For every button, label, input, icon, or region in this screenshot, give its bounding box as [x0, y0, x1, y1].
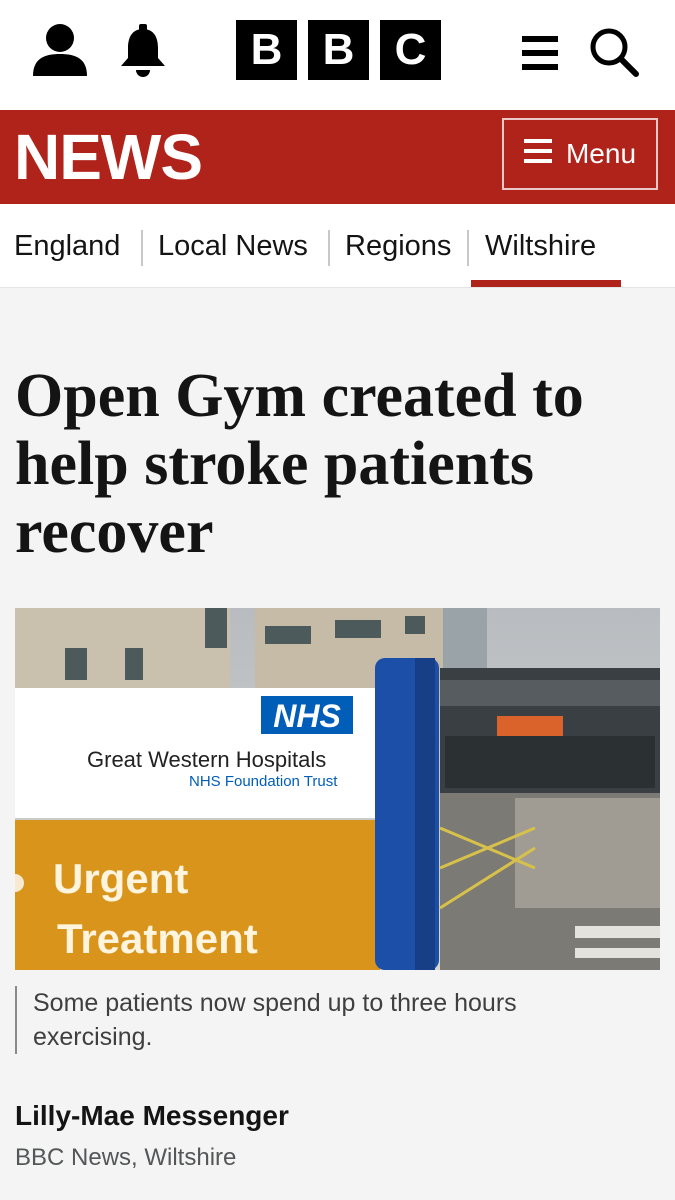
bbc-logo-letter: B — [236, 20, 297, 80]
menu-icon — [523, 138, 552, 171]
article-headline: Open Gym created to help stroke patients… — [15, 362, 584, 566]
menu-label: Menu — [565, 138, 637, 169]
nav-item-local-news[interactable]: Local News — [158, 230, 308, 263]
search-icon[interactable] — [588, 26, 640, 78]
section-nav: England Local News Regions Wiltshire — [0, 204, 675, 288]
nhs-logo: NHS — [273, 698, 341, 734]
account-icon[interactable] — [30, 22, 90, 78]
menu-button[interactable]: Menu — [502, 118, 658, 190]
image-caption: Some patients now spend up to three hour… — [15, 986, 633, 1054]
sign-hospital-name: Great Western Hospitals — [87, 747, 326, 772]
notifications-bell-icon[interactable] — [118, 24, 168, 78]
sign-line-2: Treatment — [57, 915, 258, 962]
bbc-logo-letter: B — [308, 20, 369, 80]
sign-line-1: Urgent — [53, 855, 188, 902]
sign-trust-name: NHS Foundation Trust — [189, 773, 338, 790]
bbc-logo-letter: C — [380, 20, 441, 80]
nav-divider — [467, 230, 469, 266]
news-title[interactable]: NEWS — [14, 120, 203, 194]
nav-divider — [328, 230, 330, 266]
author-affiliation: BBC News, Wiltshire — [15, 1144, 237, 1171]
bbc-logo[interactable]: B B C — [236, 20, 441, 80]
news-banner: NEWS Menu — [0, 110, 675, 204]
nav-item-england[interactable]: England — [14, 230, 120, 263]
hamburger-menu-icon[interactable] — [520, 34, 560, 72]
active-nav-indicator — [471, 280, 621, 287]
top-bar: B B C — [0, 0, 675, 110]
nav-item-wiltshire[interactable]: Wiltshire — [485, 230, 596, 263]
nav-divider — [141, 230, 143, 266]
nav-item-regions[interactable]: Regions — [345, 230, 451, 263]
author-name[interactable]: Lilly-Mae Messenger — [15, 1100, 289, 1132]
article-hero-image: NHS Great Western Hospitals NHS Foundati… — [15, 608, 660, 970]
